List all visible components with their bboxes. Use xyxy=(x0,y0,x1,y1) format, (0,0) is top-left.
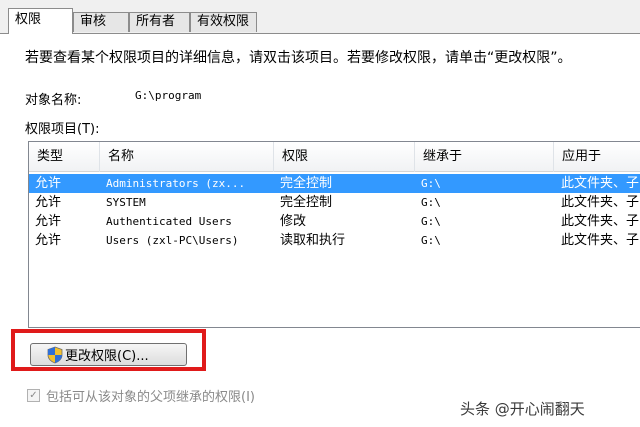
inherit-checkbox[interactable]: ✓ xyxy=(27,389,40,402)
table-row[interactable]: 允许 SYSTEM 完全控制 G:\ 此文件夹、子 xyxy=(29,193,640,212)
column-header-applies-to[interactable]: 应用于 xyxy=(554,142,640,172)
inherit-checkbox-label: 包括可从该对象的父项继承的权限(I) xyxy=(46,390,255,405)
tab-effective-permissions[interactable]: 有效权限 xyxy=(190,12,257,32)
list-header: 类型 名称 权限 继承于 应用于 xyxy=(29,142,640,172)
cell-name: Administrators (zx... xyxy=(106,177,246,190)
cell-permission: 完全控制 xyxy=(280,176,333,191)
uac-shield-icon xyxy=(47,346,63,364)
permission-entries-list[interactable]: 类型 名称 权限 继承于 应用于 允许 Administrators (zx..… xyxy=(28,141,640,328)
cell-type: 允许 xyxy=(35,214,62,229)
cell-applies-to: 此文件夹、子 xyxy=(561,233,640,248)
inherit-permissions-option[interactable]: ✓ 包括可从该对象的父项继承的权限(I) xyxy=(27,386,255,405)
watermark-text: 头条 @开心闹翻天 xyxy=(460,400,585,418)
cell-type: 允许 xyxy=(35,176,62,191)
object-name-value: G:\program xyxy=(135,89,202,102)
intro-text: 若要查看某个权限项目的详细信息，请双击该项目。若要修改权限，请单击“更改权限”。 xyxy=(25,50,572,66)
cell-inherited-from: G:\ xyxy=(421,196,441,209)
cell-permission: 完全控制 xyxy=(280,195,333,210)
object-name-label: 对象名称: xyxy=(25,93,82,108)
cell-name: Authenticated Users xyxy=(106,215,232,228)
tab-permissions[interactable]: 权限 xyxy=(8,8,73,34)
cell-name: Users (zxl-PC\Users) xyxy=(106,234,239,247)
cell-name: SYSTEM xyxy=(106,196,146,209)
cell-inherited-from: G:\ xyxy=(421,215,441,228)
tab-strip: 审核 所有者 有效权限 权限 xyxy=(0,0,640,36)
cell-type: 允许 xyxy=(35,233,62,248)
cell-permission: 读取和执行 xyxy=(280,233,346,248)
cell-applies-to: 此文件夹、子 xyxy=(561,176,640,191)
cell-inherited-from: G:\ xyxy=(421,177,441,190)
column-header-inherited-from[interactable]: 继承于 xyxy=(415,142,554,172)
cell-type: 允许 xyxy=(35,195,62,210)
table-row[interactable]: 允许 Authenticated Users 修改 G:\ 此文件夹、子 xyxy=(29,212,640,231)
tab-owner[interactable]: 所有者 xyxy=(129,12,190,32)
cell-applies-to: 此文件夹、子 xyxy=(561,195,640,210)
table-row[interactable]: 允许 Administrators (zx... 完全控制 G:\ 此文件夹、子 xyxy=(29,174,640,193)
table-row[interactable]: 允许 Users (zxl-PC\Users) 读取和执行 G:\ 此文件夹、子 xyxy=(29,231,640,250)
column-header-name[interactable]: 名称 xyxy=(100,142,274,172)
cell-applies-to: 此文件夹、子 xyxy=(561,214,640,229)
change-permissions-label: 更改权限(C)... xyxy=(65,349,149,364)
change-permissions-button[interactable]: 更改权限(C)... xyxy=(30,343,187,366)
column-header-type[interactable]: 类型 xyxy=(29,142,100,172)
cell-permission: 修改 xyxy=(280,214,307,229)
tab-audit[interactable]: 审核 xyxy=(73,12,129,32)
cell-inherited-from: G:\ xyxy=(421,234,441,247)
permission-entries-label: 权限项目(T): xyxy=(25,122,100,137)
column-header-permission[interactable]: 权限 xyxy=(274,142,415,172)
